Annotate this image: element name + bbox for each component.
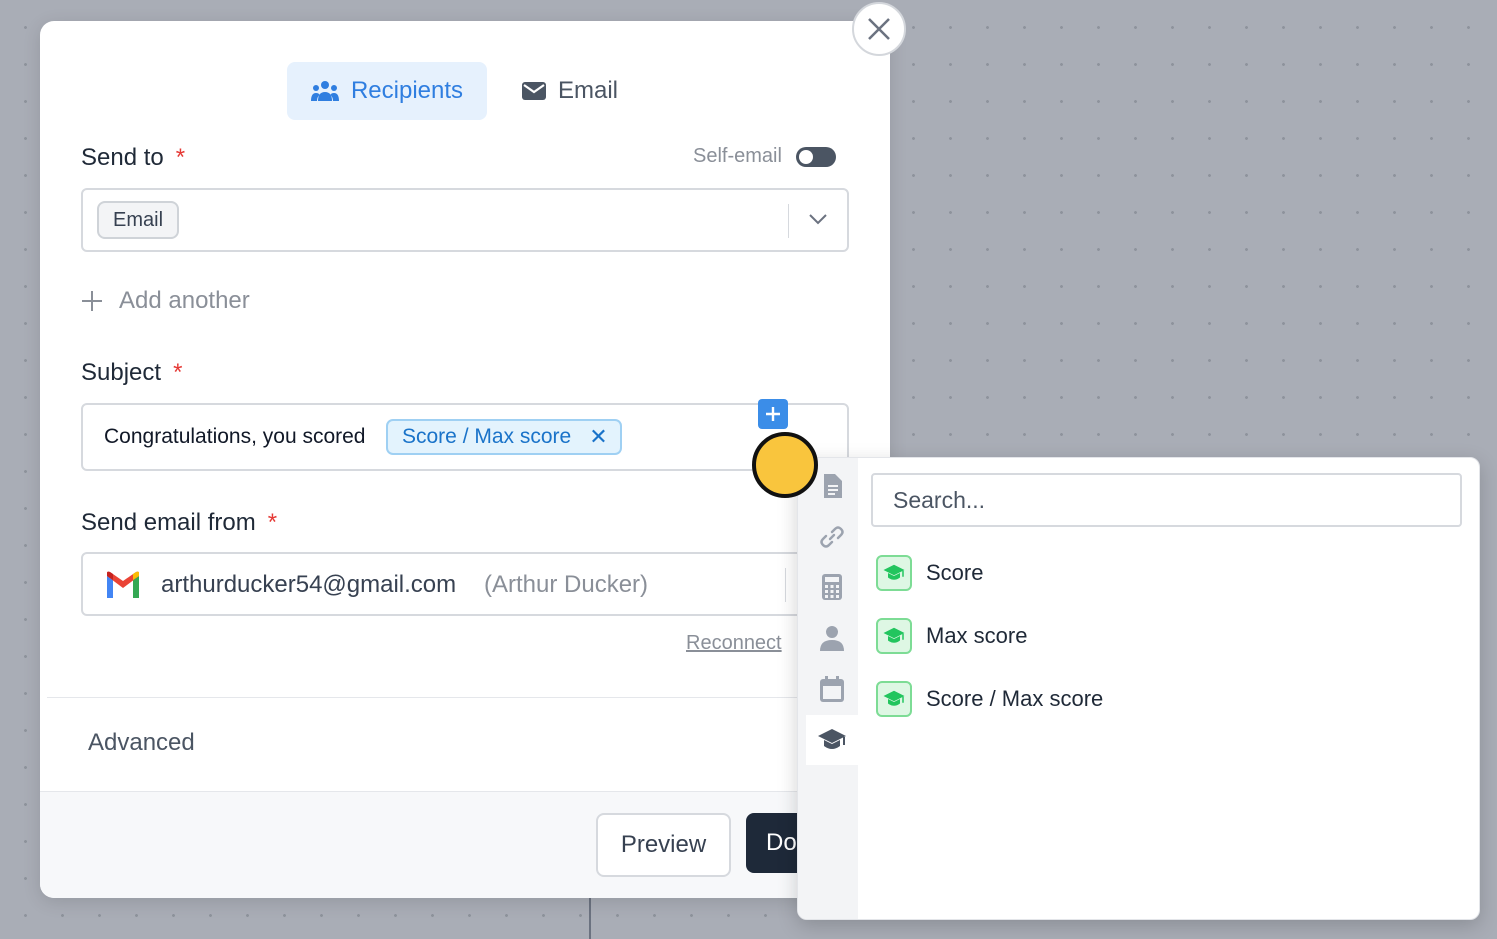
variable-category-sidebar	[798, 458, 858, 919]
reconnect-link[interactable]: Reconnect	[686, 632, 782, 655]
tab-email[interactable]: Email	[518, 62, 682, 120]
calendar-icon	[820, 676, 844, 702]
self-email-toggle[interactable]	[795, 146, 836, 167]
sender-name: (Arthur Ducker)	[484, 571, 649, 598]
add-another-label: Add another	[119, 287, 250, 314]
envelope-icon	[522, 82, 546, 100]
send-from-label: Send email from *	[81, 509, 277, 537]
graduation-cap-icon	[876, 681, 912, 717]
category-date[interactable]	[806, 664, 858, 714]
required-asterisk: *	[173, 359, 183, 386]
self-email-label: Self-email	[693, 145, 782, 167]
variable-item-score-max-score[interactable]: Score / Max score	[876, 679, 1103, 719]
select-separator	[788, 204, 789, 238]
tab-recipients-label: Recipients	[350, 77, 464, 104]
self-email-control: Self-email	[693, 145, 836, 168]
insert-variable-button[interactable]	[758, 399, 788, 429]
graduation-cap-icon	[876, 555, 912, 591]
users-icon	[310, 81, 339, 101]
send-to-select[interactable]: Email	[81, 188, 849, 252]
sender-email: arthurducker54@gmail.com	[161, 571, 457, 598]
tab-email-label: Email	[558, 77, 619, 104]
plus-icon	[82, 291, 102, 311]
subject-label-text: Subject	[81, 359, 162, 386]
subject-label: Subject *	[81, 359, 182, 387]
chevron-down-icon[interactable]	[807, 208, 829, 230]
tab-recipients[interactable]: Recipients	[287, 62, 487, 120]
select-separator	[785, 568, 786, 602]
category-quiz[interactable]	[806, 715, 858, 765]
variable-item-label: Max score	[926, 623, 1028, 648]
send-from-select[interactable]: arthurducker54@gmail.com (Arthur Ducker)	[81, 552, 849, 616]
variable-picker-dropdown: Score Max score Score / Max score	[797, 457, 1480, 920]
send-to-label-text: Send to	[81, 144, 164, 171]
variable-token-label: Score / Max score	[402, 425, 572, 448]
variable-item-label: Score	[926, 560, 984, 585]
close-modal-button[interactable]	[852, 2, 906, 56]
close-icon	[868, 18, 890, 40]
required-asterisk: *	[175, 144, 186, 171]
graduation-cap-icon	[818, 729, 846, 749]
variable-item-score[interactable]: Score	[876, 553, 983, 593]
link-icon	[820, 526, 844, 548]
category-contact[interactable]	[806, 613, 858, 663]
variable-item-label: Score / Max score	[926, 686, 1104, 711]
preview-button[interactable]: Preview	[596, 813, 731, 877]
advanced-section-toggle[interactable]: Advanced	[88, 729, 195, 757]
document-icon	[824, 474, 842, 498]
token-remove-icon[interactable]: ✕	[589, 426, 607, 448]
variable-token[interactable]: Score / Max score ✕	[386, 419, 622, 455]
category-link[interactable]	[806, 512, 858, 562]
send-from-label-text: Send email from	[81, 509, 256, 536]
calculator-icon	[822, 574, 842, 600]
category-calculator[interactable]	[806, 562, 858, 612]
pointer-cursor-indicator	[752, 432, 818, 498]
person-icon	[820, 626, 844, 651]
plus-icon	[766, 407, 780, 421]
graduation-cap-icon	[876, 618, 912, 654]
section-divider	[47, 697, 890, 698]
gmail-icon	[107, 571, 139, 598]
recipient-chip[interactable]: Email	[97, 201, 180, 239]
flow-connector-line	[589, 898, 591, 939]
required-asterisk: *	[267, 509, 278, 536]
subject-input[interactable]: Congratulations, you scored Score / Max …	[81, 403, 849, 471]
variable-item-max-score[interactable]: Max score	[876, 616, 1027, 656]
subject-text: Congratulations, you scored	[104, 425, 366, 448]
add-another-button[interactable]: Add another	[81, 287, 250, 315]
variable-search-input[interactable]	[871, 473, 1462, 527]
send-to-label: Send to *	[81, 144, 185, 172]
